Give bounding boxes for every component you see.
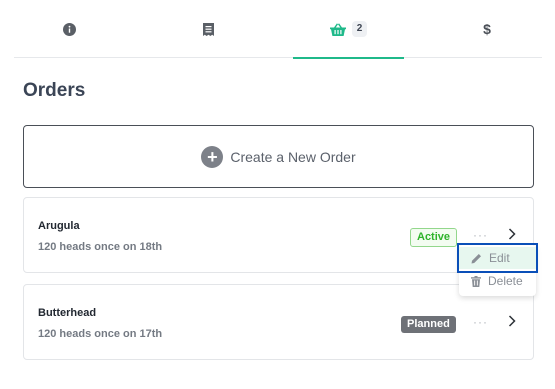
order-name: Butterhead [38, 307, 97, 319]
tab-orders[interactable]: 2 [293, 0, 404, 59]
order-card[interactable]: Arugula 120 heads once on 18th Active ··… [23, 197, 534, 273]
order-card[interactable]: Butterhead 120 heads once on 17th Planne… [23, 284, 534, 360]
trash-icon [471, 275, 481, 287]
chevron-right-icon[interactable] [508, 228, 516, 240]
order-description: 120 heads once on 17th [38, 328, 163, 340]
orders-count-badge: 2 [351, 21, 368, 37]
info-circle-icon [63, 22, 76, 36]
pencil-icon [471, 253, 481, 263]
delete-menu-item[interactable]: Delete [459, 270, 536, 292]
edit-label: Edit [489, 251, 510, 265]
status-badge: Planned [401, 316, 456, 333]
tab-pricing[interactable]: $ [431, 0, 542, 58]
more-options-icon[interactable]: ··· [473, 228, 488, 242]
basket-icon [329, 22, 346, 36]
edit-menu-item[interactable]: Edit [459, 247, 536, 269]
page-title: Orders [23, 80, 86, 101]
order-description: 120 heads once on 18th [38, 241, 163, 253]
more-options-icon[interactable]: ··· [473, 315, 488, 329]
tab-bar: 2 $ [14, 0, 542, 59]
receipt-icon [203, 22, 214, 36]
chevron-right-icon[interactable] [508, 315, 516, 327]
create-order-label: Create a New Order [230, 148, 356, 165]
svg-text:$: $ [483, 22, 491, 36]
delete-label: Delete [488, 274, 523, 288]
order-name: Arugula [38, 220, 80, 232]
tab-receipt[interactable] [153, 0, 264, 58]
plus-circle-icon: + [201, 145, 224, 168]
create-order-button[interactable]: + Create a New Order [23, 125, 534, 188]
status-badge: Active [410, 228, 458, 247]
dollar-icon: $ [483, 22, 491, 36]
order-actions-menu: Edit Delete [459, 245, 536, 296]
tab-info[interactable] [14, 0, 125, 58]
